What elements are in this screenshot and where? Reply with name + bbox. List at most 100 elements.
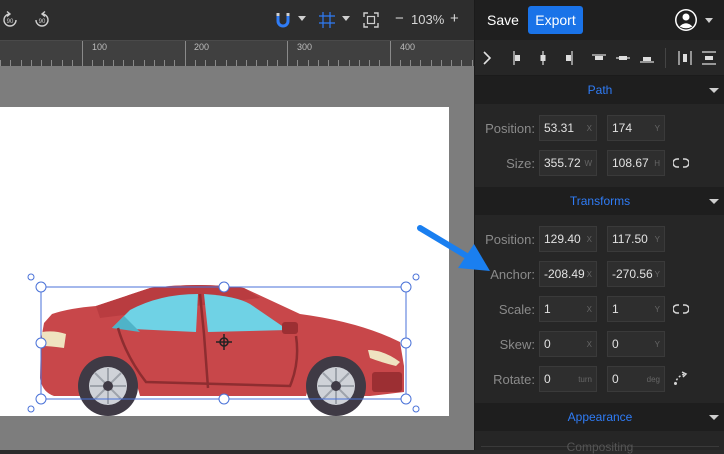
scale-x-field[interactable]: X (539, 296, 597, 322)
path-size-w-field[interactable]: W (539, 150, 597, 176)
ruler-label-400: 400 (400, 42, 416, 52)
rotate-label: Rotate: (493, 372, 535, 387)
car-rear-wheel (78, 356, 138, 416)
rotate-handle-bottom-right[interactable] (412, 405, 420, 413)
selection-handle-right[interactable] (400, 337, 412, 349)
unit-label: W (584, 159, 592, 168)
unit-label: Y (654, 124, 660, 133)
unit-label: Y (654, 340, 660, 349)
ruler-label-100: 100 (92, 42, 108, 52)
skew-label: Skew: (499, 337, 535, 352)
canvas-area[interactable] (0, 66, 474, 450)
unit-label: Y (654, 305, 660, 314)
panel-header: Save Export (475, 0, 724, 40)
redo-90-icon: 90 (35, 10, 49, 27)
appearance-section-header[interactable]: Appearance (475, 403, 724, 431)
transform-position-label: Position: (485, 232, 535, 247)
align-right-icon[interactable] (559, 50, 575, 66)
export-button[interactable]: Export (528, 6, 583, 34)
appearance-section-title: Appearance (567, 410, 633, 424)
transform-position-x-field[interactable]: X (539, 226, 597, 252)
snap-toggle-button[interactable] (275, 8, 291, 32)
align-bottom-icon[interactable] (639, 50, 655, 66)
fit-to-screen-button[interactable] (362, 8, 380, 32)
account-dropdown-caret[interactable] (705, 18, 713, 23)
unit-label: X (586, 340, 592, 349)
zoom-level[interactable]: 103% (411, 12, 444, 27)
unit-label: X (586, 270, 592, 279)
canvas-scene (27, 273, 420, 416)
panel-collapse-chevron-icon[interactable] (479, 50, 495, 66)
unit-label: X (586, 124, 592, 133)
undo-90-button[interactable]: 90 (0, 8, 20, 32)
selection-handle-bottom[interactable] (218, 393, 230, 405)
zoom-out-button[interactable]: − (395, 11, 404, 27)
horizontal-ruler: 100 200 300 400 (0, 40, 474, 67)
rotate-turn-field[interactable]: turn (539, 366, 597, 392)
path-position-label: Position: (485, 121, 535, 136)
ruler-label-200: 200 (194, 42, 210, 52)
redo-90-button[interactable]: 90 (32, 8, 52, 32)
path-size-label: Size: (506, 156, 535, 171)
scale-label: Scale: (498, 302, 535, 317)
unit-label: turn (578, 375, 592, 384)
path-position-x-field[interactable]: X (539, 115, 597, 141)
anchor-x-field[interactable]: X (539, 261, 597, 287)
rotation-direction-icon[interactable] (673, 370, 689, 386)
grid-dropdown-caret[interactable] (342, 16, 350, 21)
grid-icon (319, 12, 335, 28)
transform-position-y-field[interactable]: Y (607, 226, 665, 252)
selection-handle-top-left[interactable] (35, 281, 47, 293)
save-button[interactable]: Save (487, 12, 519, 28)
align-divider (665, 48, 666, 68)
anchor-y-field[interactable]: Y (607, 261, 665, 287)
link-scale-icon[interactable] (673, 301, 689, 317)
rotate-handle-top-right[interactable] (412, 273, 420, 281)
unit-label: Y (654, 235, 660, 244)
selection-handle-bottom-right[interactable] (400, 393, 412, 405)
chevron-down-icon[interactable] (709, 415, 719, 420)
align-horizontal-center-icon[interactable] (535, 50, 551, 66)
unit-label: Y (654, 270, 660, 279)
transforms-section-header[interactable]: Transforms (475, 187, 724, 215)
unit-label: X (586, 305, 592, 314)
path-section-title: Path (587, 83, 613, 97)
zoom-in-button[interactable]: + (450, 11, 459, 27)
align-top-icon[interactable] (591, 50, 607, 66)
distribute-horizontal-icon[interactable] (677, 50, 693, 66)
rotate-deg-field[interactable]: deg (607, 366, 665, 392)
unit-label: X (586, 235, 592, 244)
compositing-subheader[interactable]: Compositing (475, 440, 724, 454)
svg-text:90: 90 (39, 19, 46, 25)
scale-y-field[interactable]: Y (607, 296, 665, 322)
car-mirror (282, 322, 298, 334)
chevron-down-icon[interactable] (709, 199, 719, 204)
magnet-icon (276, 13, 290, 28)
path-position-y-field[interactable]: Y (607, 115, 665, 141)
rotate-handle-top-left[interactable] (27, 273, 35, 281)
align-left-icon[interactable] (511, 50, 527, 66)
path-size-h-field[interactable]: H (607, 150, 665, 176)
unit-label: deg (646, 375, 660, 384)
selection-handle-left[interactable] (35, 337, 47, 349)
properties-panel: Save Export Path Position: X Y Size: (474, 0, 724, 454)
user-avatar-icon[interactable] (674, 8, 698, 32)
selection-handle-top[interactable] (218, 281, 230, 293)
transforms-section-title: Transforms (569, 194, 631, 208)
align-vertical-center-icon[interactable] (615, 50, 631, 66)
rotate-handle-bottom-left[interactable] (27, 405, 35, 413)
selection-handle-bottom-left[interactable] (35, 393, 47, 405)
snap-dropdown-caret[interactable] (298, 16, 306, 21)
path-section-header[interactable]: Path (475, 76, 724, 104)
chevron-down-icon[interactable] (709, 88, 719, 93)
distribute-vertical-icon[interactable] (701, 50, 717, 66)
link-proportions-icon[interactable] (673, 155, 689, 171)
grid-toggle-button[interactable] (318, 8, 336, 32)
fit-to-screen-icon (363, 12, 379, 28)
car-front-wheel (306, 356, 366, 416)
selection-handle-top-right[interactable] (400, 281, 412, 293)
undo-90-icon: 90 (3, 10, 17, 27)
skew-y-field[interactable]: Y (607, 331, 665, 357)
canvas-toolbar: 90 90 − 103% + (0, 0, 474, 40)
skew-x-field[interactable]: X (539, 331, 597, 357)
